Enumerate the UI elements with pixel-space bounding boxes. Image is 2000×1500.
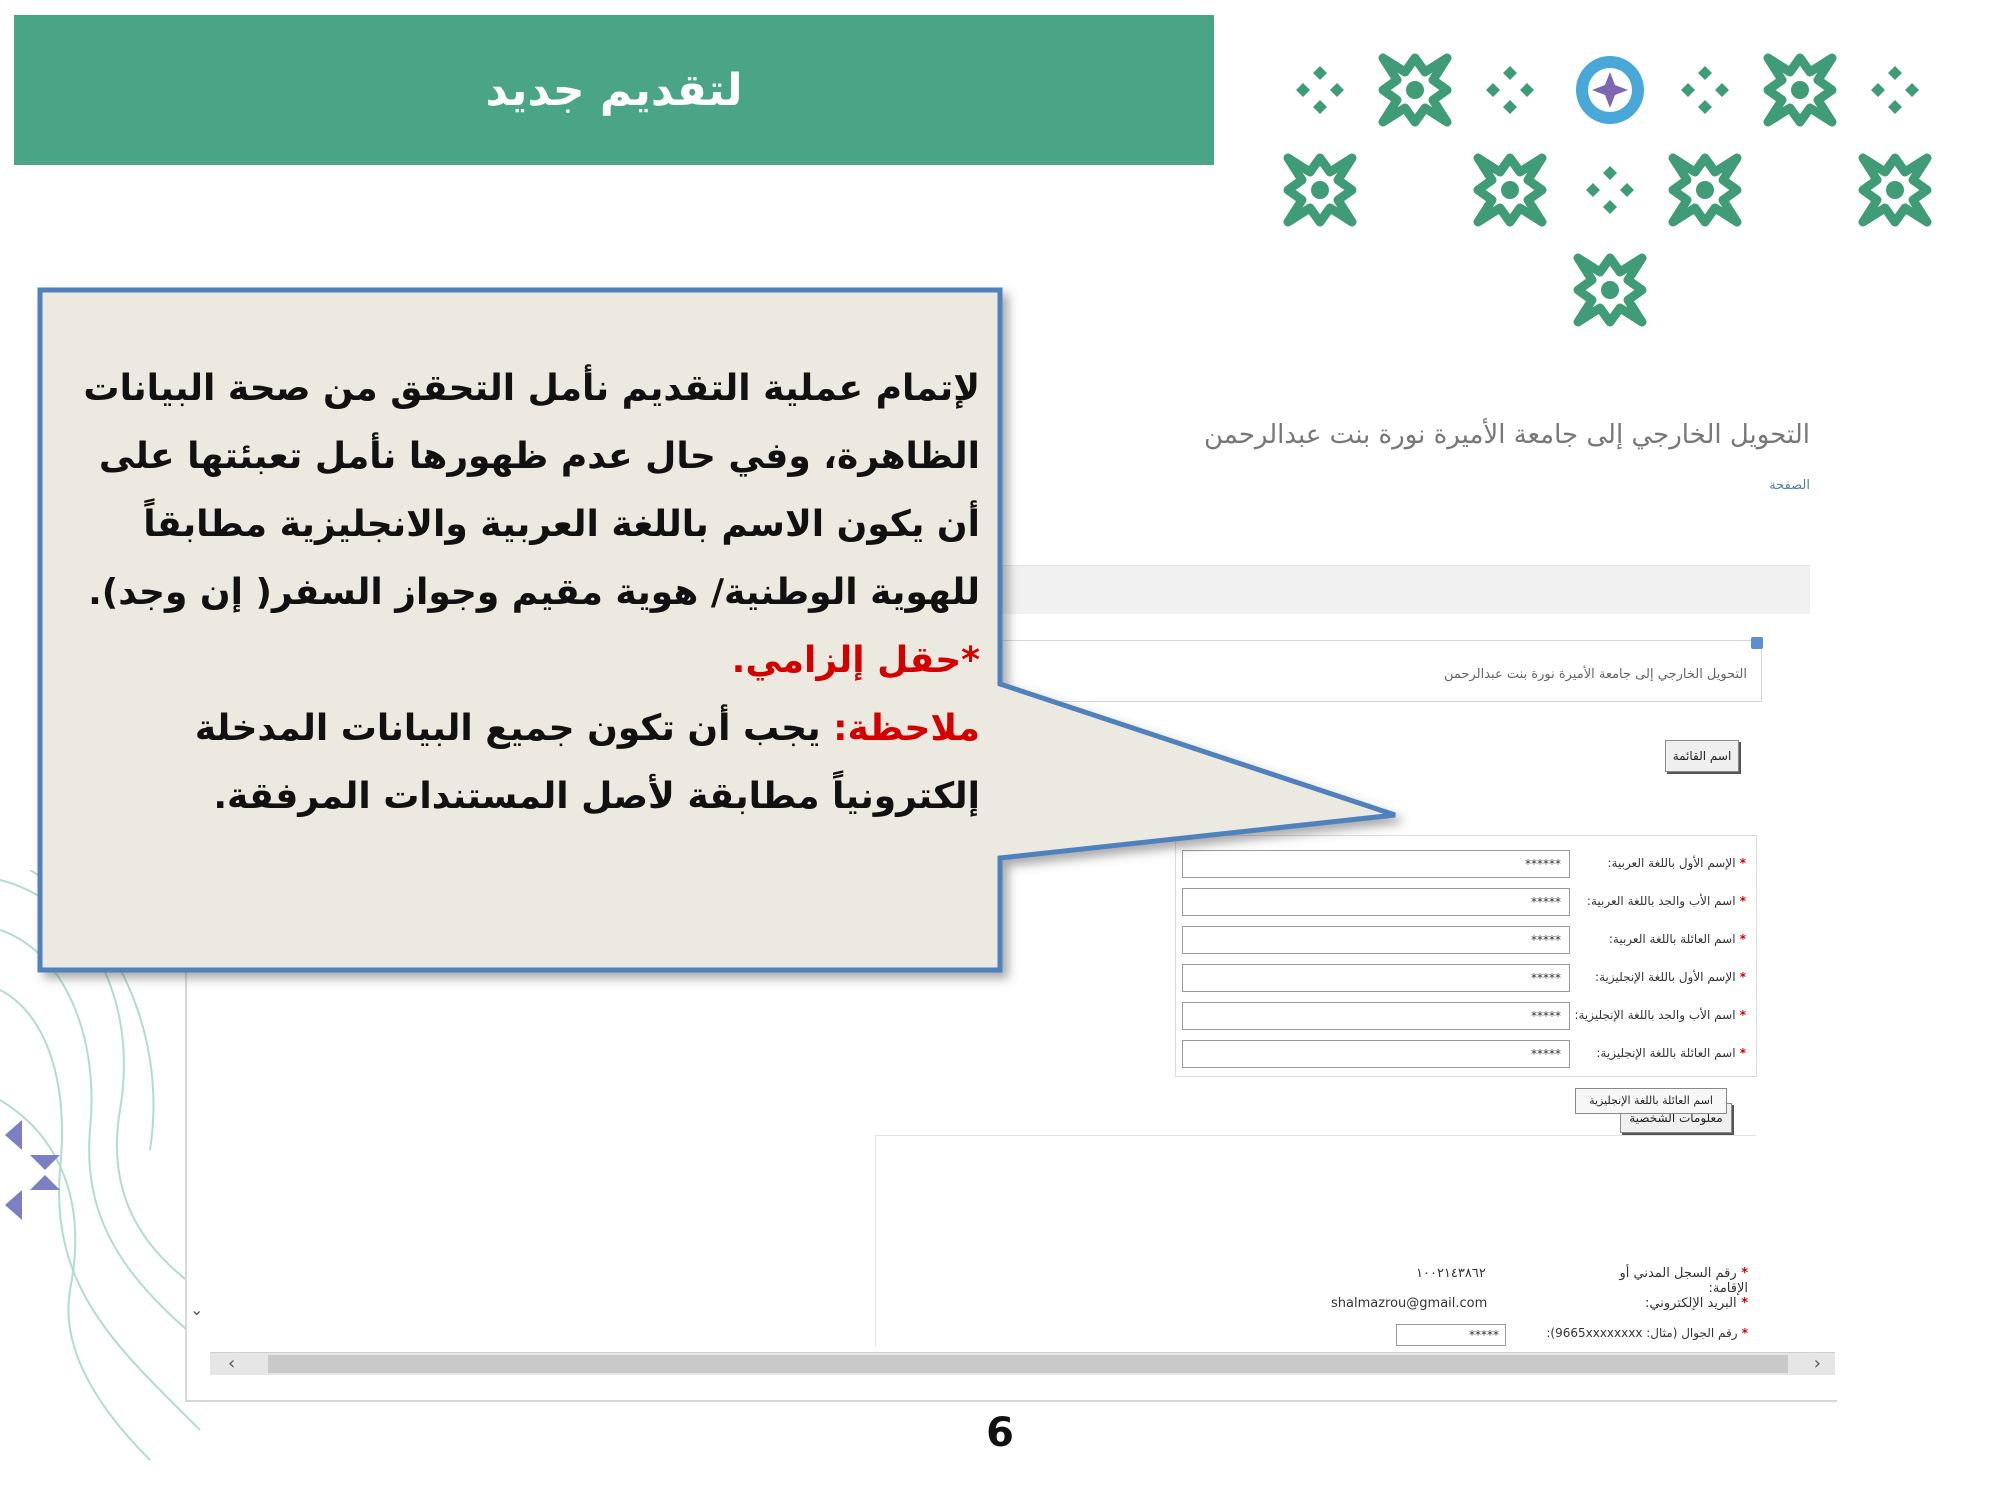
list-name-button[interactable]: اسم القائمة bbox=[1665, 740, 1739, 772]
first-name-en-input[interactable]: ***** bbox=[1182, 964, 1570, 992]
page-number: 6 bbox=[986, 1410, 1014, 1456]
mobile-input[interactable]: ***** bbox=[1396, 1324, 1506, 1346]
required-marker: * bbox=[1735, 894, 1746, 908]
field-label: * البريد الإلكتروني: bbox=[1645, 1296, 1748, 1311]
field-label: * اسم الأب والجد باللغة الإنجليزية: bbox=[1574, 1008, 1746, 1022]
father-name-ar-input[interactable]: ***** bbox=[1182, 888, 1570, 916]
family-name-ar-input[interactable]: ***** bbox=[1182, 926, 1570, 954]
family-name-en-input[interactable]: ***** bbox=[1182, 1040, 1570, 1068]
field-label: * اسم العائلة باللغة الإنجليزية: bbox=[1596, 1046, 1746, 1060]
field-label: * رقم الجوال (مثال: 9665xxxxxxxx): bbox=[1546, 1326, 1748, 1340]
required-marker: * bbox=[1735, 932, 1746, 946]
form-page-title: التحويل الخارجي إلى جامعة الأميرة نورة ب… bbox=[1204, 420, 1810, 450]
field-label: * اسم الأب والجد باللغة العربية: bbox=[1586, 894, 1746, 908]
instructions-paragraph: لإتمام عملية التقديم نأمل التحقق من صحة … bbox=[83, 368, 980, 613]
required-field-note: *حقل إلزامي. bbox=[731, 640, 980, 681]
form-row: ***** * اسم العائلة باللغة العربية: bbox=[1176, 926, 1756, 958]
first-name-ar-input[interactable]: ****** bbox=[1182, 850, 1570, 878]
callout-text: لإتمام عملية التقديم نأمل التحقق من صحة … bbox=[55, 355, 980, 831]
note-label: ملاحظة: bbox=[833, 708, 980, 749]
field-label: * الإسم الأول باللغة العربية: bbox=[1607, 856, 1747, 870]
father-name-en-input[interactable]: ***** bbox=[1182, 1002, 1570, 1030]
horizontal-scrollbar[interactable]: ‹ › bbox=[210, 1352, 1835, 1375]
field-label: * اسم العائلة باللغة العربية: bbox=[1608, 932, 1746, 946]
required-marker: * bbox=[1735, 1046, 1746, 1060]
info-panel: التحويل الخارجي إلى جامعة الأميرة نورة ب… bbox=[985, 637, 1763, 702]
scroll-thumb[interactable] bbox=[268, 1355, 1788, 1373]
personal-info-panel: * رقم السجل المدني أو الإقامة: ١٠٠٢١٤٣٨٦… bbox=[875, 1135, 1756, 1346]
university-logo bbox=[1280, 35, 1980, 345]
form-row: ***** * اسم العائلة باللغة الإنجليزية: bbox=[1176, 1040, 1756, 1072]
scroll-right-icon[interactable]: › bbox=[1814, 1353, 1821, 1374]
scroll-left-icon[interactable]: ‹ bbox=[228, 1353, 235, 1374]
field-label: * رقم السجل المدني أو الإقامة: bbox=[1619, 1266, 1748, 1296]
required-marker: * bbox=[1735, 1008, 1746, 1022]
field-tooltip: اسم العائلة باللغة الإنجليزية bbox=[1575, 1088, 1727, 1114]
title-banner: لتقديم جديد bbox=[14, 15, 1214, 165]
breadcrumb[interactable]: الصفحة bbox=[1700, 478, 1810, 493]
info-text: التحويل الخارجي إلى جامعة الأميرة نورة ب… bbox=[1444, 667, 1747, 682]
field-label: * الإسم الأول باللغة الإنجليزية: bbox=[1595, 970, 1746, 984]
note-paragraph: ملاحظة: يجب أن تكون جميع البيانات المدخل… bbox=[55, 695, 980, 831]
required-marker: * bbox=[1735, 856, 1746, 870]
form-row: ***** * الإسم الأول باللغة الإنجليزية: bbox=[1176, 964, 1756, 996]
form-toolbar bbox=[920, 565, 1810, 614]
page-title: لتقديم جديد bbox=[485, 64, 743, 116]
email-value: shalmazrou@gmail.com bbox=[1331, 1296, 1488, 1311]
required-marker: * bbox=[1735, 970, 1746, 984]
scroll-down-icon[interactable]: ⌄ bbox=[190, 1300, 203, 1319]
national-id-value: ١٠٠٢١٤٣٨٦٢ bbox=[1416, 1266, 1486, 1281]
info-icon bbox=[1751, 637, 1763, 649]
form-row: ****** * الإسم الأول باللغة العربية: bbox=[1176, 850, 1756, 882]
name-fields-panel: ****** * الإسم الأول باللغة العربية: ***… bbox=[1175, 835, 1757, 1077]
form-row: ***** * اسم الأب والجد باللغة العربية: bbox=[1176, 888, 1756, 920]
form-row: ***** * اسم الأب والجد باللغة الإنجليزية… bbox=[1176, 1002, 1756, 1034]
